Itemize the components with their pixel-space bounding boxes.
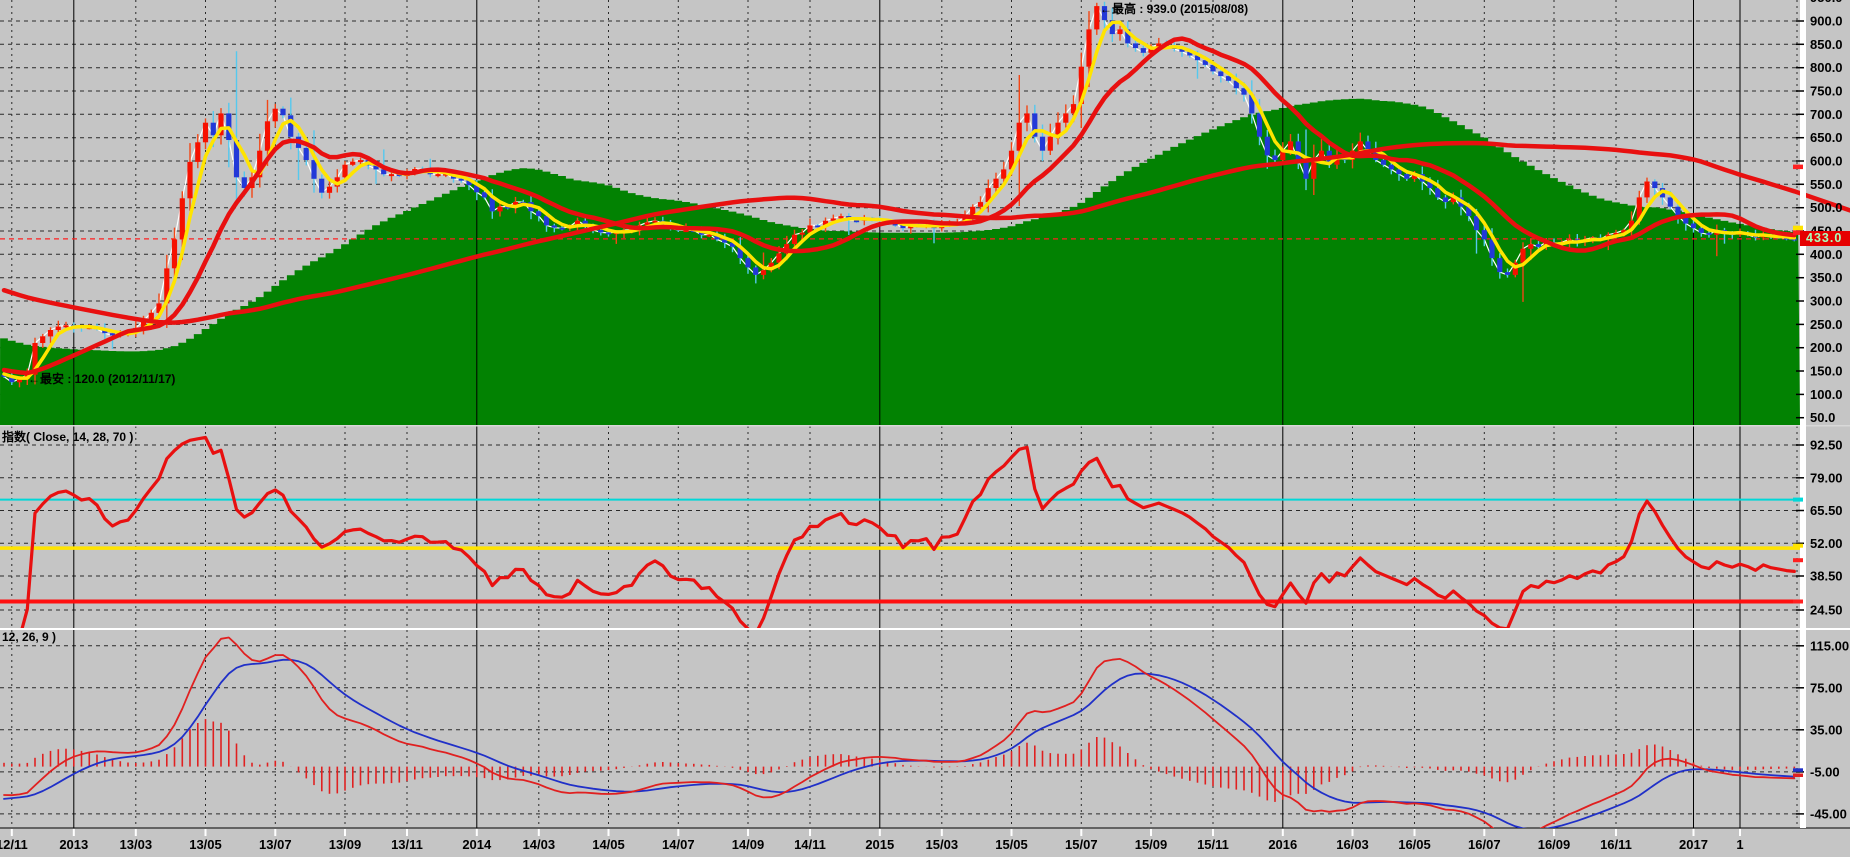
svg-text:15/11: 15/11 bbox=[1197, 837, 1229, 852]
stock-chart-window: 950.0 900.0 850.0 800.0 750.0 700.0 650.0 600.0… bbox=[0, 0, 1850, 857]
svg-text:16/09: 16/09 bbox=[1538, 837, 1571, 852]
svg-text:50.0: 50.0 bbox=[1810, 410, 1835, 425]
svg-text:350.0: 350.0 bbox=[1810, 270, 1843, 285]
svg-text:500.0: 500.0 bbox=[1810, 200, 1843, 215]
stock-chart-canvas[interactable]: 950.0 900.0 850.0 800.0 750.0 700.0 650.0 600.0… bbox=[0, 0, 1850, 857]
svg-text:115.00: 115.00 bbox=[1810, 638, 1849, 653]
svg-text:35.00: 35.00 bbox=[1810, 722, 1843, 737]
svg-text:13/09: 13/09 bbox=[329, 837, 362, 852]
svg-text:14/03: 14/03 bbox=[523, 837, 556, 852]
svg-text:16/07: 16/07 bbox=[1468, 837, 1501, 852]
current-price-badge: 433.0 bbox=[1800, 231, 1850, 246]
svg-text:650.0: 650.0 bbox=[1810, 130, 1843, 145]
svg-text:15/09: 15/09 bbox=[1135, 837, 1168, 852]
macd-indicator-label: 12, 26, 9 ) bbox=[2, 630, 56, 644]
svg-text:38.50: 38.50 bbox=[1810, 569, 1843, 584]
svg-text:13/07: 13/07 bbox=[259, 837, 292, 852]
svg-text:16/03: 16/03 bbox=[1336, 837, 1369, 852]
svg-text:14/11: 14/11 bbox=[794, 837, 826, 852]
svg-text:16/11: 16/11 bbox=[1600, 837, 1632, 852]
svg-text:550.0: 550.0 bbox=[1810, 177, 1843, 192]
svg-text:300.0: 300.0 bbox=[1810, 294, 1843, 309]
svg-text:15/05: 15/05 bbox=[995, 837, 1028, 852]
svg-text:15/03: 15/03 bbox=[926, 837, 959, 852]
svg-text:13/03: 13/03 bbox=[120, 837, 153, 852]
svg-text:-45.00: -45.00 bbox=[1810, 806, 1847, 821]
svg-text:75.00: 75.00 bbox=[1810, 680, 1843, 695]
svg-text:750.0: 750.0 bbox=[1810, 84, 1843, 99]
svg-text:14/05: 14/05 bbox=[592, 837, 625, 852]
lowest-price-annotation: ←最安 : 120.0 (2012/11/17) bbox=[28, 370, 175, 387]
svg-text:15/07: 15/07 bbox=[1065, 837, 1098, 852]
svg-text:14/07: 14/07 bbox=[662, 837, 695, 852]
svg-text:-5.00: -5.00 bbox=[1810, 764, 1840, 779]
svg-text:250.0: 250.0 bbox=[1810, 317, 1843, 332]
svg-text:200.0: 200.0 bbox=[1810, 340, 1843, 355]
svg-text:52.00: 52.00 bbox=[1810, 536, 1843, 551]
highest-price-annotation: ←最高 : 939.0 (2015/08/08) bbox=[1100, 0, 1248, 17]
svg-text:14/09: 14/09 bbox=[732, 837, 765, 852]
svg-text:2017: 2017 bbox=[1679, 837, 1708, 852]
rsi-indicator-label: 指数( Close, 14, 28, 70 ) bbox=[2, 428, 133, 445]
svg-text:24.50: 24.50 bbox=[1810, 603, 1843, 618]
svg-text:2016: 2016 bbox=[1268, 837, 1297, 852]
svg-text:600.0: 600.0 bbox=[1810, 154, 1843, 169]
svg-text:1: 1 bbox=[1736, 837, 1743, 852]
svg-text:2014: 2014 bbox=[462, 837, 492, 852]
svg-text:2013: 2013 bbox=[59, 837, 88, 852]
svg-text:400.0: 400.0 bbox=[1810, 247, 1843, 262]
svg-text:900.0: 900.0 bbox=[1810, 14, 1843, 29]
svg-text:79.00: 79.00 bbox=[1810, 470, 1843, 485]
svg-text:13/05: 13/05 bbox=[189, 837, 222, 852]
svg-text:700.0: 700.0 bbox=[1810, 107, 1843, 122]
svg-text:12/11: 12/11 bbox=[0, 837, 28, 852]
svg-text:850.0: 850.0 bbox=[1810, 37, 1843, 52]
svg-text:13/11: 13/11 bbox=[391, 837, 423, 852]
svg-text:16/05: 16/05 bbox=[1398, 837, 1431, 852]
svg-text:100.0: 100.0 bbox=[1810, 387, 1843, 402]
svg-text:65.50: 65.50 bbox=[1810, 503, 1843, 518]
svg-text:92.50: 92.50 bbox=[1810, 438, 1843, 453]
svg-text:950.0: 950.0 bbox=[1810, 0, 1843, 5]
svg-text:2015: 2015 bbox=[865, 837, 894, 852]
svg-text:800.0: 800.0 bbox=[1810, 60, 1843, 75]
svg-text:150.0: 150.0 bbox=[1810, 364, 1843, 379]
